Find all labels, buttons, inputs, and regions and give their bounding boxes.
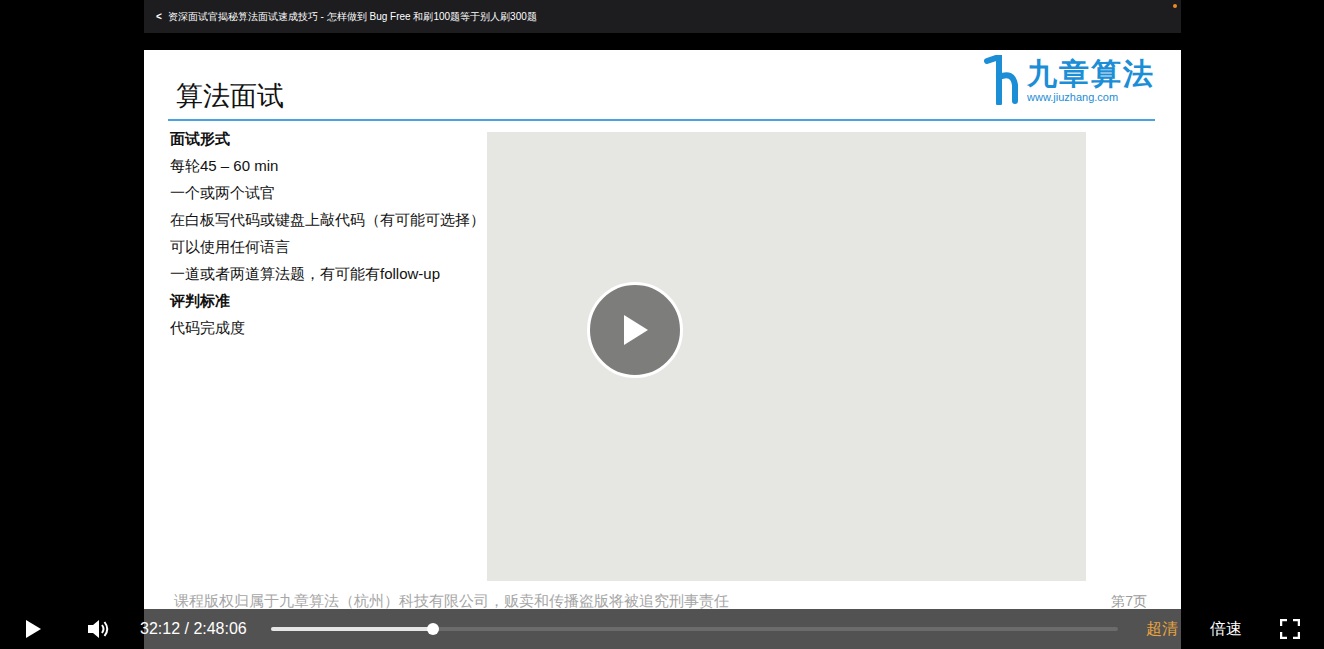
control-bar: 32:12 / 2:48:06 超清 倍速	[0, 609, 1324, 649]
progress-fill	[271, 627, 433, 631]
whiteboard-photo	[487, 132, 1086, 581]
speed-button[interactable]: 倍速	[1210, 617, 1242, 641]
video-title: 资深面试官揭秘算法面试速成技巧 - 怎样做到 Bug Free 和刷100题等于…	[168, 9, 537, 24]
play-icon	[24, 619, 42, 639]
slide-header: 算法面试 九章算法 www.jiuzhang.com	[144, 50, 1181, 113]
section-item: 一道或者两道算法题，有可能有follow-up	[170, 260, 487, 287]
play-icon	[620, 313, 650, 347]
section-item: 可以使用任何语言	[170, 233, 487, 260]
volume-icon[interactable]	[86, 618, 110, 640]
title-bar: < 资深面试官揭秘算法面试速成技巧 - 怎样做到 Bug Free 和刷100题…	[144, 0, 1181, 33]
section-item: 每轮45 – 60 min	[170, 152, 487, 179]
slide: 算法面试 九章算法 www.jiuzhang.com 面试形式每轮45 – 60…	[144, 50, 1181, 649]
section-item: 在白板写代码或键盘上敲代码（有可能可选择）	[170, 206, 487, 233]
play-button[interactable]	[22, 618, 44, 640]
slide-text: 面试形式每轮45 – 60 min一个或两个试官在白板写代码或键盘上敲代码（有可…	[144, 125, 487, 581]
slide-body: 面试形式每轮45 – 60 min一个或两个试官在白板写代码或键盘上敲代码（有可…	[144, 125, 1181, 581]
section-item: 代码完成度	[170, 314, 487, 341]
video-player[interactable]: < 资深面试官揭秘算法面试速成技巧 - 怎样做到 Bug Free 和刷100题…	[0, 0, 1324, 649]
progress-track[interactable]	[271, 627, 1118, 631]
logo-url: www.jiuzhang.com	[1027, 91, 1155, 104]
section-heading: 面试形式	[170, 125, 487, 152]
logo: 九章算法 www.jiuzhang.com	[983, 55, 1155, 105]
progress-knob[interactable]	[427, 623, 439, 635]
notification-dot	[1173, 4, 1177, 8]
header-rule	[168, 119, 1155, 121]
section-item: 一个或两个试官	[170, 179, 487, 206]
back-button[interactable]: <	[156, 9, 162, 24]
quality-button[interactable]: 超清	[1146, 617, 1178, 641]
time-display: 32:12 / 2:48:06	[140, 617, 247, 641]
logo-name: 九章算法	[1027, 57, 1155, 91]
big-play-button[interactable]	[587, 282, 683, 378]
fullscreen-icon[interactable]	[1280, 619, 1300, 639]
slide-title: 算法面试	[176, 79, 284, 113]
section-heading: 评判标准	[170, 287, 487, 314]
logo-icon	[983, 55, 1021, 105]
